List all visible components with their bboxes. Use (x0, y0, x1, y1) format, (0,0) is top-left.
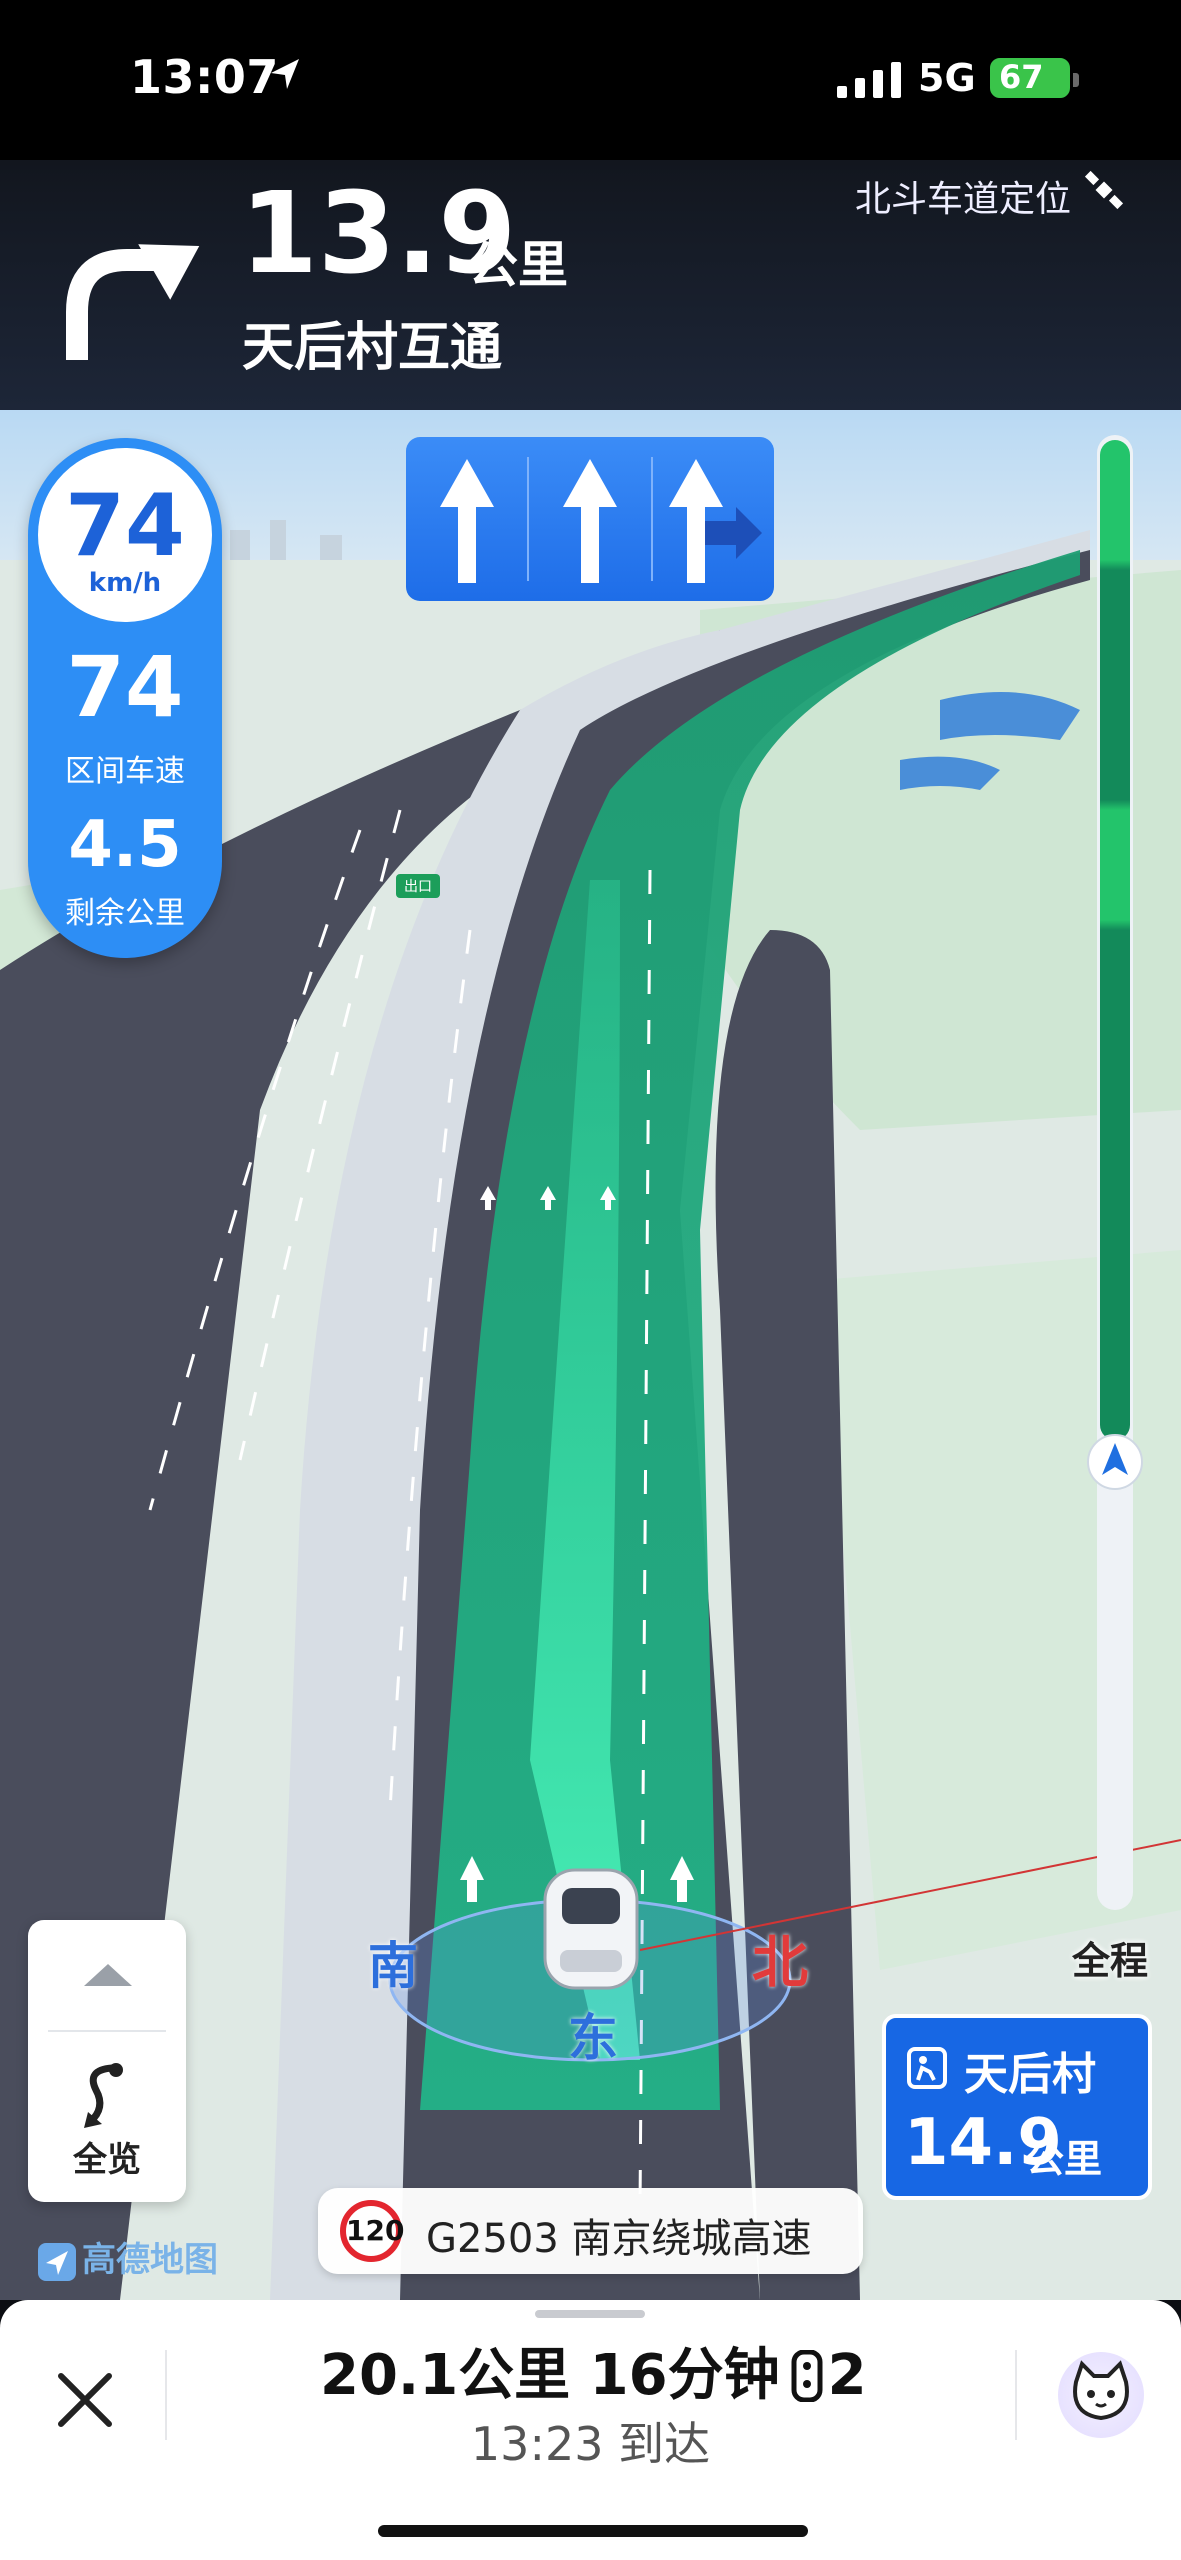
compass-east: 东 (568, 2009, 618, 2067)
satellite-icon (1084, 170, 1124, 210)
exit-sign-label: 出口 (404, 879, 432, 895)
guidance-header: 13.9 公里 天后村互通 北斗车道定位 (0, 160, 1181, 410)
traffic-light-count: 2 (827, 2343, 867, 2408)
overview-panel: 全览 (28, 1920, 186, 2202)
trip-summary: 20.1公里 16分钟 2 (320, 2330, 867, 2411)
lane-straight-right-icon (669, 459, 762, 583)
expand-up-icon[interactable] (80, 1960, 136, 1990)
speed-limit-sign: 120 (340, 2200, 404, 2262)
beidou-lane-positioning: 北斗车道定位 (854, 179, 1071, 220)
overview-divider (48, 2030, 166, 2032)
route-progress-fill (1100, 440, 1130, 1440)
current-speed-gauge: 74 km/h (38, 448, 212, 622)
lane-straight-icon (440, 459, 494, 583)
traffic-light-icon (791, 2349, 823, 2402)
speed-unit: km/h (88, 568, 162, 598)
section-remaining-km: 4.5 (68, 808, 182, 882)
location-arrow-icon (271, 59, 299, 89)
status-bar: 13:07 5G 67 (0, 0, 1181, 160)
section-avg-speed: 74 (66, 638, 184, 736)
turn-right-arrow-icon (66, 244, 200, 360)
overview-button[interactable]: 全览 (28, 2132, 186, 2181)
exit-destination-unit: 公里 (1026, 2137, 1103, 2181)
maneuver-distance-unit: 公里 (468, 236, 568, 294)
trip-distance-time: 20.1公里 16分钟 (320, 2343, 780, 2408)
home-indicator[interactable] (378, 2525, 808, 2537)
status-time: 13:07 (130, 50, 279, 104)
amap-logo-icon (38, 2242, 76, 2281)
section-remaining-label: 剩余公里 (65, 896, 185, 931)
signal-strength-icon (837, 62, 901, 98)
battery-level: 67 (999, 58, 1044, 96)
current-speed: 74 (65, 476, 185, 576)
lane-arrows (440, 457, 762, 583)
compass-south: 南 (368, 1937, 418, 1995)
speed-panel: 74 km/h 74 区间车速 4.5 剩余公里 (28, 438, 222, 958)
battery-icon: 67 (990, 58, 1079, 98)
amap-logo-text: 高德地图 (82, 2240, 218, 2280)
current-road-chip: 120 G2503 南京绕城高速 (318, 2188, 863, 2274)
section-avg-speed-label: 区间车速 (65, 754, 185, 789)
current-road-name: G2503 南京绕城高速 (426, 2216, 812, 2262)
drag-handle[interactable] (535, 2310, 645, 2318)
exit-destination-name: 天后村 (964, 2049, 1096, 2100)
compass-north: 北 (752, 1931, 808, 1996)
vehicle-icon (543, 1868, 639, 1990)
voice-assistant-button[interactable] (1058, 2352, 1144, 2438)
lane-guidance-panel (406, 437, 774, 601)
trip-bottom-bar: 20.1公里 16分钟 2 13:23 到达 (0, 2300, 1181, 2560)
battery-cap (1073, 73, 1079, 87)
amap-logo: 高德地图 (38, 2232, 218, 2281)
route-overview-icon[interactable] (72, 2060, 142, 2132)
assistant-avatar-icon (1073, 2360, 1129, 2421)
network-type: 5G (918, 56, 976, 100)
current-position-icon (1087, 1434, 1143, 1490)
exit-destination-panel[interactable]: 天后村 14.9 公里 (882, 2014, 1152, 2200)
route-progress-label: 全程 (1072, 1939, 1149, 1983)
maneuver-road-name: 天后村互通 (242, 318, 503, 378)
arrival-time: 13:23 到达 (470, 2417, 711, 2471)
exit-icon (907, 2047, 947, 2089)
divider-right (1015, 2350, 1017, 2440)
lane-straight-icon (563, 459, 617, 583)
